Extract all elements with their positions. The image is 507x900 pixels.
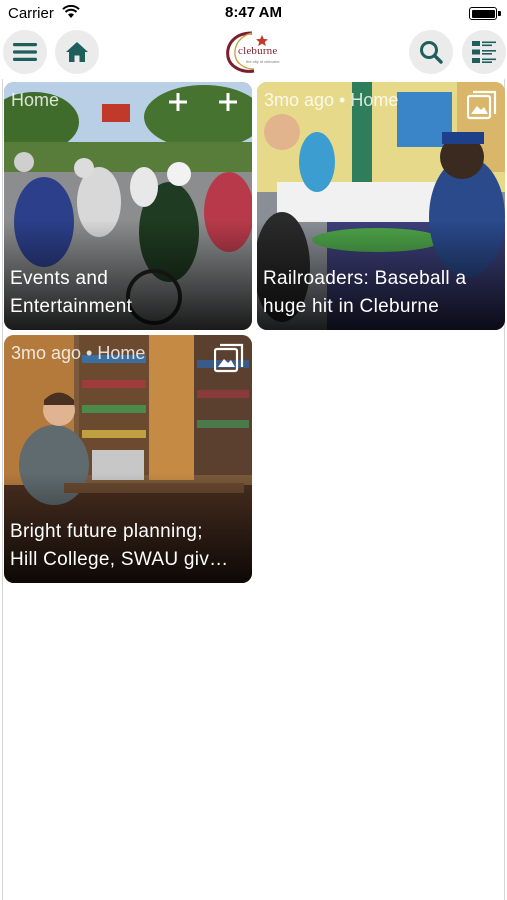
search-icon bbox=[420, 41, 443, 64]
clock: 8:47 AM bbox=[225, 4, 282, 21]
card-meta: 3mo ago • Home bbox=[264, 90, 399, 110]
list-view-icon bbox=[472, 41, 496, 63]
home-button[interactable] bbox=[55, 30, 99, 74]
battery-icon bbox=[469, 7, 501, 20]
card-railroaders-baseball[interactable]: 3mo ago • Home Railroaders: Baseball a h… bbox=[257, 82, 505, 330]
gallery-icon bbox=[214, 343, 244, 373]
card-title: Events and Entertainment bbox=[10, 268, 133, 317]
list-view-button[interactable] bbox=[462, 30, 506, 74]
logo-wordmark: cleburne bbox=[238, 45, 278, 57]
app-header: cleburne the city of cleburne bbox=[0, 27, 507, 79]
status-bar: Carrier 8:47 AM bbox=[0, 0, 507, 27]
plus-icon bbox=[169, 93, 187, 111]
home-icon bbox=[66, 42, 88, 62]
card-bright-future-planning[interactable]: 3mo ago • Home Bright future planning; H… bbox=[4, 335, 252, 583]
card-meta: Home bbox=[11, 90, 60, 110]
card-events-entertainment[interactable]: Home Events and Entertainment bbox=[4, 82, 252, 330]
menu-button[interactable] bbox=[3, 30, 47, 74]
card-meta: 3mo ago • Home bbox=[11, 343, 146, 363]
logo-tagline: the city of cleburne bbox=[246, 59, 280, 64]
card-title: Railroaders: Baseball a huge hit in Cleb… bbox=[263, 268, 467, 317]
gallery-icon bbox=[467, 90, 497, 120]
plus-icon bbox=[219, 93, 237, 111]
hamburger-menu-icon bbox=[13, 43, 37, 61]
cleburne-logo[interactable]: cleburne the city of cleburne bbox=[222, 29, 286, 75]
search-button[interactable] bbox=[409, 30, 453, 74]
card-title: Bright future planning; Hill College, SW… bbox=[10, 521, 229, 570]
